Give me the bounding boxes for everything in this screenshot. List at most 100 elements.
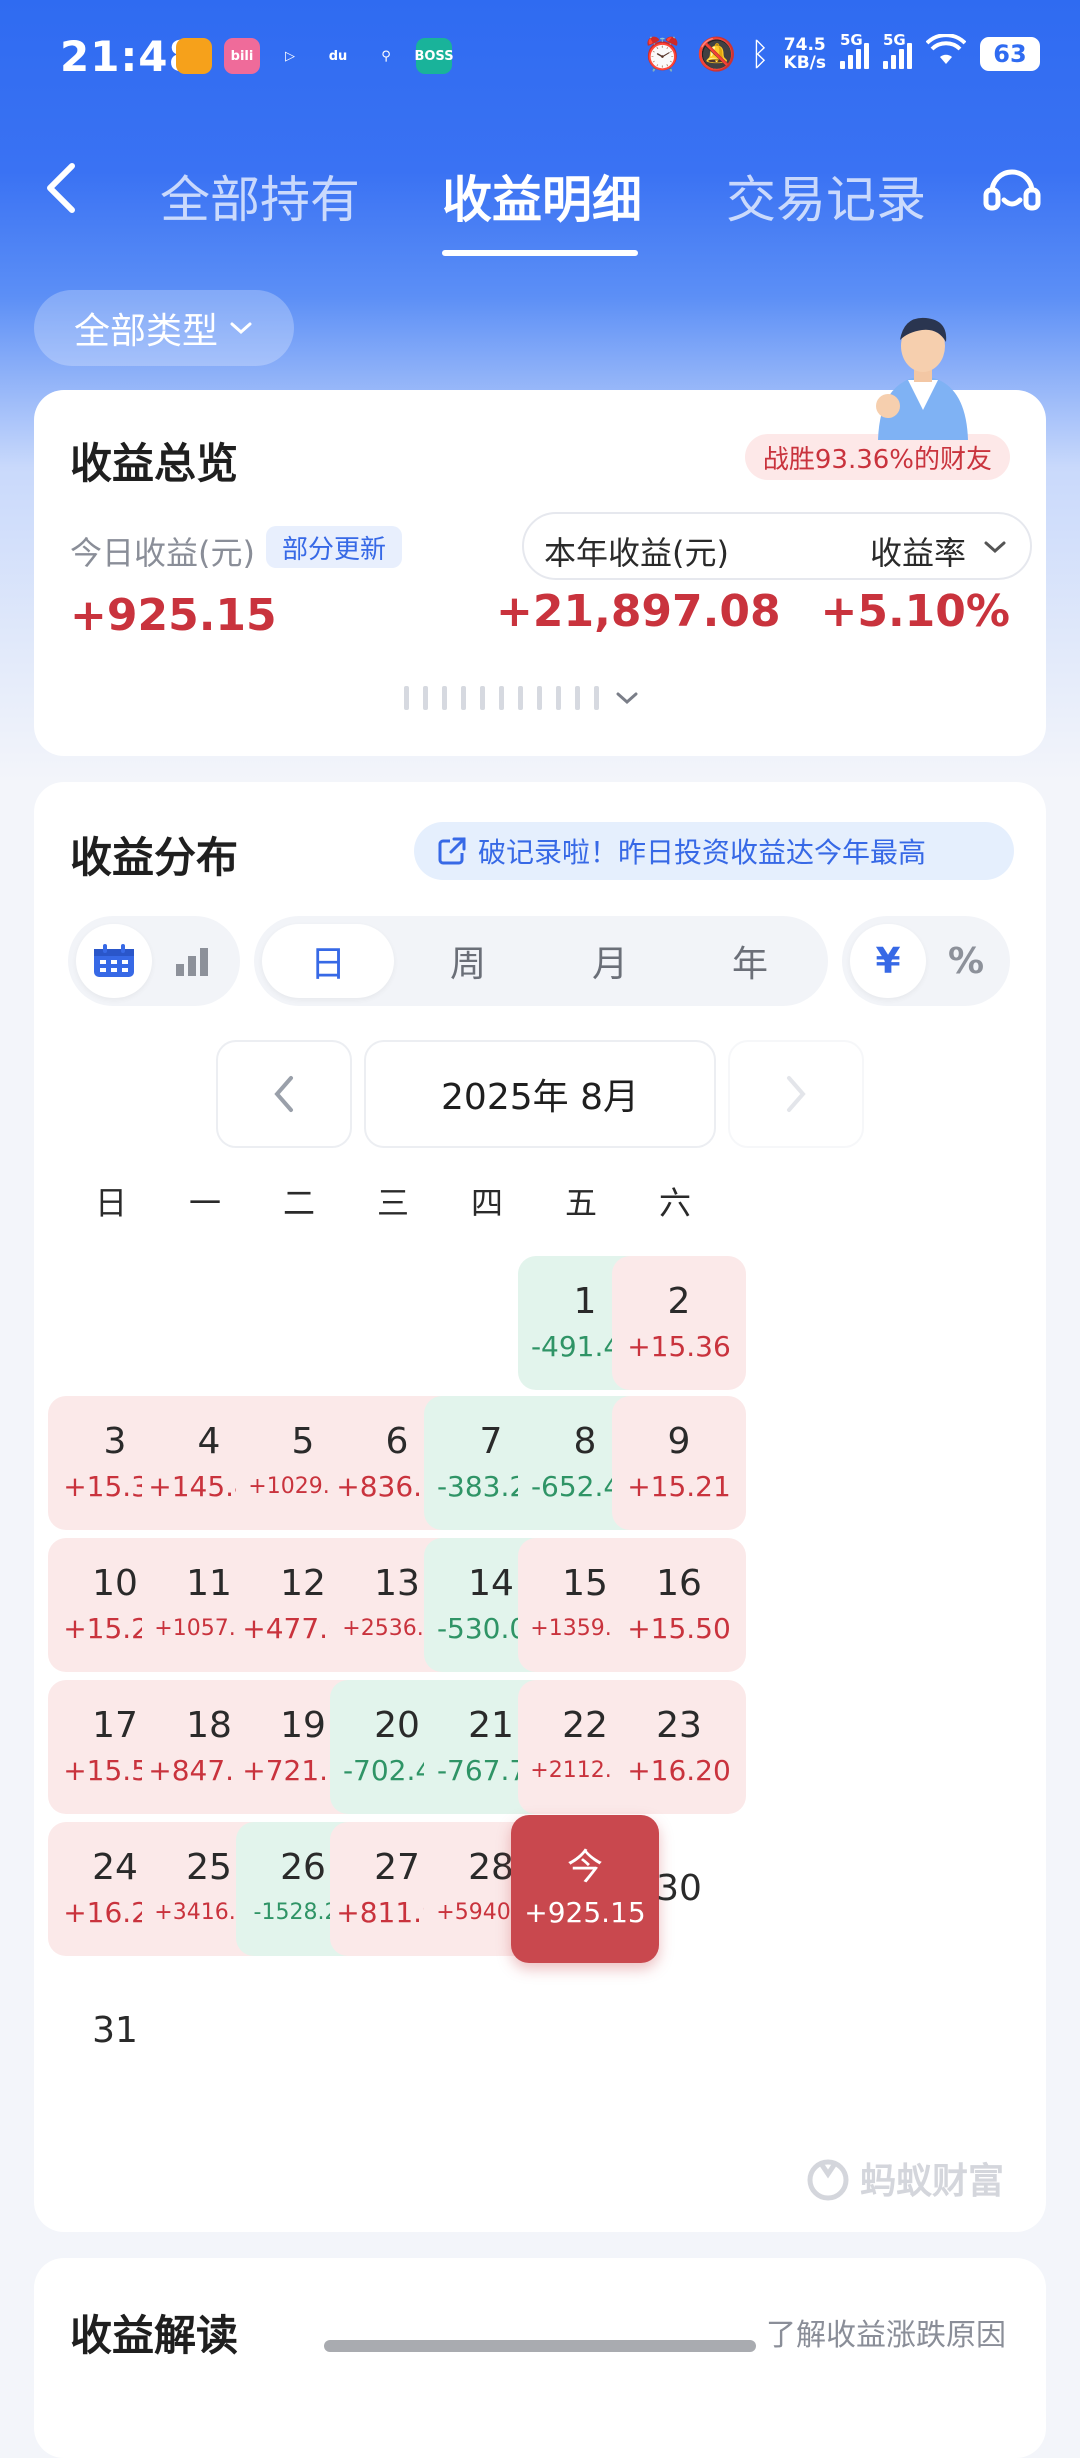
day-number: 28 (468, 1847, 514, 1888)
type-filter-label: 全部类型 (73, 311, 218, 352)
calendar-day[interactable]: 23 +16.20 (612, 1680, 746, 1814)
chevron-right-icon (787, 1076, 806, 1112)
ant-logo-icon (807, 2159, 849, 2201)
partial-update-tag: 部分更新 (266, 526, 403, 568)
weekday-label: 六 (658, 1184, 691, 1222)
alarm-icon: ⏰ (642, 35, 683, 73)
day-number: 19 (280, 1705, 326, 1746)
day-number: 31 (92, 2010, 138, 2051)
interpretation-title: 收益解读 (70, 2311, 239, 2360)
earnings-overview-card: 收益总览 战胜93.36%的财友 今日收益(元) 部分更新 本年收益(元) 收益… (34, 390, 1046, 756)
signal-icon: 5G (840, 31, 869, 69)
day-number: 27 (374, 1847, 420, 1888)
ant-fortune-watermark: 蚂蚁财富 (804, 2152, 1004, 2204)
calendar-icon (94, 944, 134, 977)
bar-chart-icon (176, 948, 208, 976)
chevron-down-icon (984, 541, 1006, 554)
record-banner[interactable]: 破记录啦！昨日投资收益达今年最高 (414, 822, 1014, 880)
day-number: 22 (562, 1705, 608, 1746)
day-number: 26 (280, 1847, 326, 1888)
period-week[interactable]: 周 (402, 916, 534, 1006)
day-number: 12 (280, 1563, 326, 1604)
headset-icon (983, 169, 1041, 211)
tab-earnings-detail[interactable]: 收益明细 (442, 160, 642, 232)
distribution-title: 收益分布 (70, 833, 239, 882)
battery-icon: 63 (980, 37, 1040, 71)
external-link-icon (438, 837, 466, 865)
year-earnings-selector[interactable]: 本年收益(元) 收益率 (522, 512, 1032, 580)
mascot-illustration (858, 310, 988, 440)
bilibili-app-icon: bili (224, 38, 260, 74)
calendar-view-button[interactable] (76, 916, 152, 1006)
customer-service-button[interactable] (980, 158, 1044, 222)
tab-all-holdings[interactable]: 全部持有 (160, 160, 360, 232)
calendar-day[interactable]: 31 (48, 1964, 182, 2098)
earnings-distribution-card: 收益分布 破记录啦！昨日投资收益达今年最高 日 周 月 年 ¥ % 2025年 … (34, 782, 1046, 2232)
unit-percent[interactable]: % (928, 916, 1004, 1006)
day-number: 13 (374, 1563, 420, 1604)
day-earnings: +15.36 (627, 1330, 731, 1363)
return-rate-value: +5.10% (820, 586, 1010, 637)
chart-view-button[interactable] (156, 916, 232, 1006)
day-number: 16 (656, 1563, 702, 1604)
chevron-down-icon (230, 322, 252, 335)
day-earnings: +16.20 (627, 1754, 731, 1787)
tab-transactions[interactable]: 交易记录 (726, 160, 926, 232)
video-app-icon (176, 38, 212, 74)
current-month-label[interactable]: 2025年 8月 (364, 1040, 716, 1148)
top-nav: 全部持有 收益明细 交易记录 (0, 130, 1080, 260)
next-month-button[interactable] (728, 1040, 864, 1148)
calendar-day[interactable]: 9 +15.21 (612, 1396, 746, 1530)
calendar-day[interactable]: 2 +15.36 (612, 1256, 746, 1390)
du-app-icon: du (328, 48, 348, 64)
day-number: 8 (573, 1421, 597, 1462)
day-number: 6 (385, 1421, 409, 1462)
interpretation-link[interactable]: 了解收益涨跌原因 (766, 2310, 1006, 2354)
chevron-down-icon (616, 692, 638, 705)
day-number: 今 (566, 1847, 603, 1888)
play-app-icon: ▷ (285, 48, 295, 64)
day-number: 5 (291, 1421, 315, 1462)
unit-yuan[interactable]: ¥ (850, 916, 926, 1006)
day-number: 15 (562, 1563, 608, 1604)
today-earnings-label: 今日收益(元) (70, 534, 255, 572)
calendar-day[interactable]: 30 (612, 1822, 746, 1956)
overview-title: 收益总览 (70, 439, 239, 488)
day-number: 24 (92, 1847, 138, 1888)
active-tab-indicator (442, 250, 638, 256)
period-year[interactable]: 年 (684, 916, 816, 1006)
period-month[interactable]: 月 (544, 916, 676, 1006)
expand-toggle[interactable] (404, 686, 641, 710)
day-number: 11 (186, 1563, 232, 1604)
day-number: 14 (468, 1563, 514, 1604)
type-filter-dropdown[interactable]: 全部类型 (34, 290, 294, 366)
day-number: 17 (92, 1705, 138, 1746)
calendar-day[interactable]: 16 +15.50 (612, 1538, 746, 1672)
day-number: 7 (479, 1421, 503, 1462)
day-number: 2 (667, 1281, 691, 1322)
bluetooth-icon: ᛒ (750, 35, 770, 73)
signal-icon-2: 5G (883, 31, 912, 69)
year-earnings-label: 本年收益(元) (544, 534, 729, 572)
prev-month-button[interactable] (216, 1040, 352, 1148)
chevron-left-icon (274, 1076, 293, 1112)
chevron-left-icon (47, 163, 75, 213)
day-number: 21 (468, 1705, 514, 1746)
day-number: 1 (573, 1281, 597, 1322)
period-toggle: 日 周 月 年 (254, 916, 828, 1006)
return-rate-label: 收益率 (869, 534, 966, 572)
period-day[interactable]: 日 (262, 916, 394, 1006)
day-earnings: +15.21 (627, 1470, 731, 1503)
day-number: 3 (103, 1421, 127, 1462)
year-earnings-value: +21,897.08 (496, 586, 781, 637)
day-number: 10 (92, 1563, 138, 1604)
home-indicator (324, 2340, 756, 2352)
back-button[interactable] (36, 158, 96, 218)
location-icon: ⚲ (381, 48, 391, 64)
network-speed: 74.5 KB/s (783, 35, 826, 73)
day-number: 9 (667, 1421, 691, 1462)
day-number: 30 (656, 1868, 702, 1909)
day-number: 4 (197, 1421, 221, 1462)
today-earnings-value: +925.15 (70, 590, 277, 641)
day-number: 20 (374, 1705, 420, 1746)
